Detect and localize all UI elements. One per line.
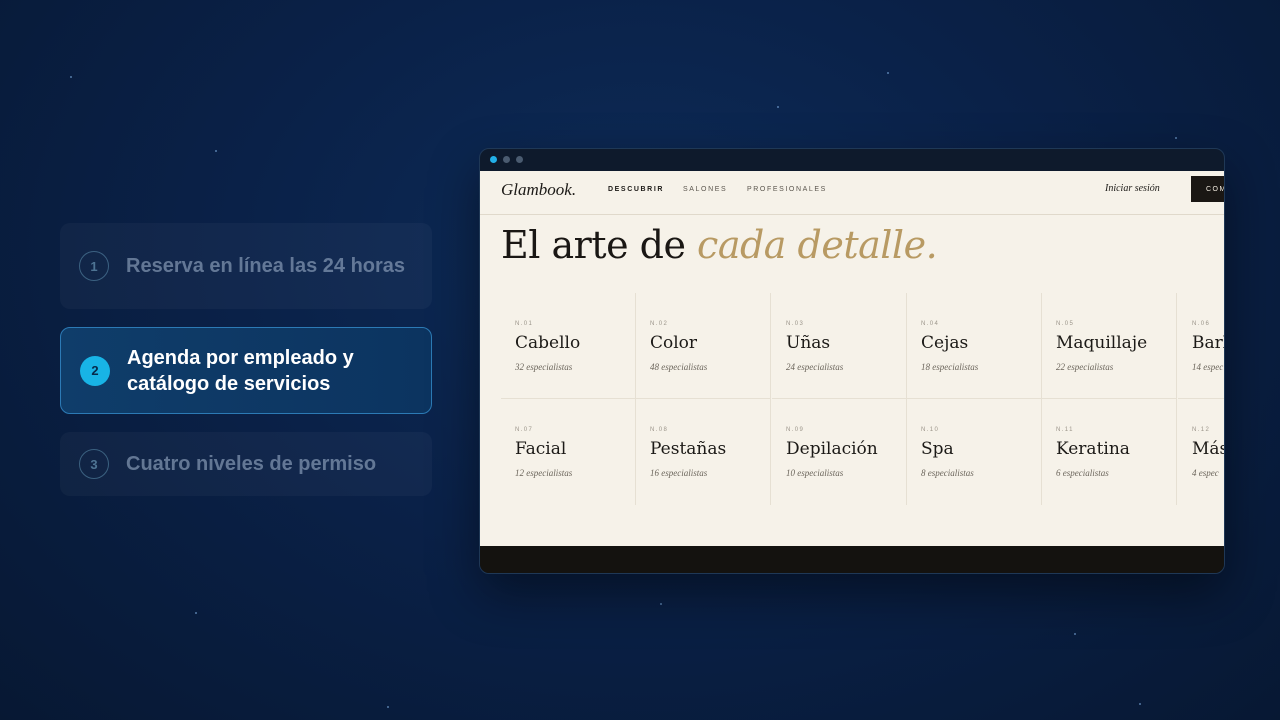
headline-accent: cada detalle. bbox=[697, 223, 938, 267]
feature-step-3[interactable]: 3 Cuatro niveles de permiso bbox=[60, 432, 432, 496]
window-dot-icon bbox=[490, 156, 497, 163]
category-card-maquillaje[interactable]: N.05 Maquillaje 22 especialistas bbox=[1042, 293, 1177, 399]
login-link[interactable]: Iniciar sesión bbox=[1105, 183, 1160, 194]
category-count: 8 especialistas bbox=[921, 468, 974, 478]
category-name: Maquillaje bbox=[1056, 333, 1148, 353]
category-number: N.10 bbox=[921, 427, 940, 433]
browser-window: Glambook. DESCUBRIR SALONES PROFESIONALE… bbox=[479, 148, 1225, 574]
category-number: N.06 bbox=[1192, 321, 1211, 327]
feature-step-2[interactable]: 2 Agenda por empleado y catálogo de serv… bbox=[60, 327, 432, 414]
category-name: Depilación bbox=[786, 439, 878, 459]
category-number: N.12 bbox=[1192, 427, 1211, 433]
star-decoration bbox=[1175, 137, 1177, 139]
category-name: Uñas bbox=[786, 333, 831, 353]
star-decoration bbox=[1074, 633, 1076, 635]
window-dot-icon bbox=[503, 156, 510, 163]
category-number: N.04 bbox=[921, 321, 940, 327]
category-card-depilacion[interactable]: N.09 Depilación 10 especialistas bbox=[772, 399, 907, 505]
category-count: 6 especialistas bbox=[1056, 468, 1109, 478]
category-count: 24 especialistas bbox=[786, 362, 844, 372]
category-number: N.07 bbox=[515, 427, 534, 433]
category-name: Facial bbox=[515, 439, 567, 459]
star-decoration bbox=[70, 76, 72, 78]
category-name: Más bbox=[1192, 439, 1224, 459]
category-card-mas[interactable]: N.12 Más 4 espec bbox=[1178, 399, 1224, 505]
hero-headline: El arte de cada detalle. bbox=[501, 223, 938, 267]
step-label: Reserva en línea las 24 horas bbox=[126, 255, 406, 277]
category-number: N.11 bbox=[1056, 427, 1074, 433]
category-count: 18 especialistas bbox=[921, 362, 979, 372]
site-navbar: Glambook. DESCUBRIR SALONES PROFESIONALE… bbox=[480, 171, 1224, 215]
category-number: N.08 bbox=[650, 427, 669, 433]
star-decoration bbox=[660, 603, 662, 605]
category-card-cabello[interactable]: N.01 Cabello 32 especialistas bbox=[501, 293, 636, 399]
star-decoration bbox=[387, 706, 389, 708]
category-count: 48 especialistas bbox=[650, 362, 708, 372]
category-number: N.02 bbox=[650, 321, 669, 327]
category-name: Cabello bbox=[515, 333, 581, 353]
step-label: Agenda por empleado y catálogo de servic… bbox=[127, 346, 354, 395]
category-name: Color bbox=[650, 333, 698, 353]
headline-main: El arte de bbox=[501, 223, 698, 267]
category-count: 32 especialistas bbox=[515, 362, 573, 372]
nav-link-profesionales[interactable]: PROFESIONALES bbox=[747, 186, 827, 193]
category-count: 12 especialistas bbox=[515, 468, 573, 478]
category-card-facial[interactable]: N.07 Facial 12 especialistas bbox=[501, 399, 636, 505]
window-controls bbox=[490, 156, 523, 163]
step-label: Cuatro niveles de permiso bbox=[126, 453, 377, 475]
category-name: Cejas bbox=[921, 333, 969, 353]
category-count: 22 especialistas bbox=[1056, 362, 1114, 372]
category-card-unas[interactable]: N.03 Uñas 24 especialistas bbox=[772, 293, 907, 399]
star-decoration bbox=[215, 150, 217, 152]
site-footer-strip bbox=[480, 546, 1224, 573]
category-count: 4 espec bbox=[1192, 468, 1219, 478]
step-number-badge: 1 bbox=[79, 251, 109, 281]
category-count: 14 espec bbox=[1192, 362, 1224, 372]
cta-button[interactable]: COM bbox=[1191, 176, 1224, 202]
category-card-keratina[interactable]: N.11 Keratina 6 especialistas bbox=[1042, 399, 1177, 505]
category-number: N.05 bbox=[1056, 321, 1075, 327]
site-logo[interactable]: Glambook. bbox=[501, 180, 576, 200]
category-card-barberia[interactable]: N.06 Barb 14 espec bbox=[1178, 293, 1224, 399]
category-card-color[interactable]: N.02 Color 48 especialistas bbox=[636, 293, 771, 399]
window-dot-icon bbox=[516, 156, 523, 163]
star-decoration bbox=[1139, 703, 1141, 705]
category-number: N.03 bbox=[786, 321, 805, 327]
nav-link-descubrir[interactable]: DESCUBRIR bbox=[608, 186, 664, 193]
category-number: N.09 bbox=[786, 427, 805, 433]
step-number-badge: 2 bbox=[80, 355, 110, 386]
nav-link-salones[interactable]: SALONES bbox=[683, 186, 727, 193]
category-name: Spa bbox=[921, 439, 954, 459]
category-name: Barb bbox=[1192, 333, 1224, 353]
star-decoration bbox=[195, 612, 197, 614]
category-count: 16 especialistas bbox=[650, 468, 708, 478]
star-decoration bbox=[887, 72, 889, 74]
category-count: 10 especialistas bbox=[786, 468, 844, 478]
category-card-cejas[interactable]: N.04 Cejas 18 especialistas bbox=[907, 293, 1042, 399]
star-decoration bbox=[777, 106, 779, 108]
feature-step-1[interactable]: 1 Reserva en línea las 24 horas bbox=[60, 223, 432, 309]
category-card-spa[interactable]: N.10 Spa 8 especialistas bbox=[907, 399, 1042, 505]
category-name: Keratina bbox=[1056, 439, 1130, 459]
step-number-badge: 3 bbox=[79, 449, 109, 479]
category-number: N.01 bbox=[515, 321, 534, 327]
category-card-pestanas[interactable]: N.08 Pestañas 16 especialistas bbox=[636, 399, 771, 505]
website-viewport: Glambook. DESCUBRIR SALONES PROFESIONALE… bbox=[480, 171, 1224, 546]
category-name: Pestañas bbox=[650, 439, 727, 459]
